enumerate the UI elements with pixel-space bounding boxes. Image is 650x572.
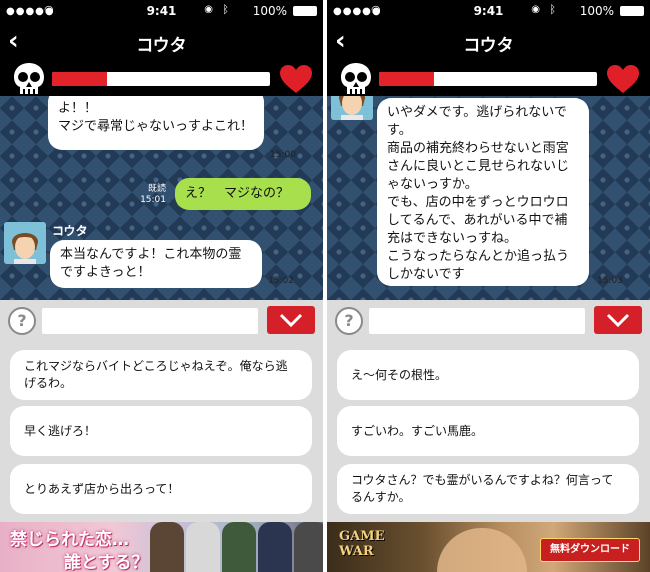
ad-banner[interactable]: GAME WAR 無料ダウンロード — [327, 522, 650, 572]
read-label: 既読 — [147, 184, 166, 194]
status-meter-bar — [327, 62, 650, 96]
message-bubble-outgoing: え？ マジなの？ — [175, 178, 311, 210]
nav-bar: ‹ コウタ — [327, 22, 650, 62]
avatar-face-icon — [331, 96, 373, 120]
message-text: よ！！ マジで尋常じゃないっすよこれ！ — [58, 101, 254, 134]
help-icon[interactable]: ? — [335, 307, 363, 335]
banner-figure — [437, 528, 527, 572]
read-receipt: 既読 15:01 — [136, 184, 166, 206]
reply-input-row: ? — [327, 300, 650, 342]
banner-headline: 禁じられた恋… — [10, 530, 129, 550]
message-time: 15:03 — [597, 276, 623, 286]
avatar[interactable] — [331, 96, 373, 120]
page-title: コウタ — [136, 36, 187, 56]
bluetooth-icon: ᛒ — [549, 3, 556, 16]
chat-area: よ！！ マジで尋常じゃないっすよこれ！ 15:00 既読 15:01 え？ マジ… — [0, 96, 323, 300]
reply-choices: これマジならバイトどころじゃねえぞ。俺なら逃げるわ。 早く逃げろ！ とりあえず店… — [0, 342, 323, 522]
reply-choice[interactable]: とりあえず店から出ろって！ — [10, 464, 312, 514]
battery-icon — [620, 6, 644, 16]
left-phone-screen: ●●●●● ◠ 9:41 ◉ ᛒ 100% ‹ コウタ よ！！ マジで尋常じゃな… — [0, 0, 323, 572]
message-bubble-incoming: いやダメです。逃げられないです。 商品の補充終わらせないと雨宮さんに良いとこ見せ… — [377, 98, 589, 286]
reply-input[interactable] — [369, 308, 585, 334]
battery-percent: 100% — [252, 4, 287, 18]
message-text: 本当なんですよ！これ本物の霊ですよきっと！ — [60, 247, 242, 280]
reply-choice[interactable]: 早く逃げろ！ — [10, 406, 312, 456]
fear-meter-fill — [52, 72, 107, 86]
message-text: え？ マジなの？ — [185, 186, 290, 201]
rotation-lock-icon: ◉ — [204, 4, 213, 15]
banner-logo: GAME WAR — [339, 529, 385, 559]
right-phone-screen: ●●●●● ◠ 9:41 ◉ ᛒ 100% ‹ コウタ いやダメです。逃げられな… — [327, 0, 650, 572]
chat-area: いやダメです。逃げられないです。 商品の補充終わらせないと雨宮さんに良いとこ見せ… — [327, 96, 650, 300]
avatar-face-icon — [4, 222, 46, 264]
help-icon[interactable]: ? — [8, 307, 36, 335]
reply-input[interactable] — [42, 308, 258, 334]
chevron-down-icon — [606, 313, 630, 328]
banner-subheadline: 誰とする？ — [64, 553, 149, 572]
heart-icon — [607, 65, 639, 93]
message-time: 15:01 — [140, 195, 166, 205]
banner-character — [294, 522, 323, 572]
banner-character — [186, 522, 220, 572]
bluetooth-icon: ᛒ — [222, 3, 229, 16]
fear-meter — [379, 72, 597, 86]
banner-character — [258, 522, 292, 572]
banner-logo-line: GAME — [339, 529, 385, 544]
sender-name: コウタ — [52, 224, 88, 238]
fear-meter-fill — [379, 72, 434, 86]
reply-choice[interactable]: これマジならバイトどころじゃねえぞ。俺なら逃げるわ。 — [10, 350, 312, 400]
reply-choices: え〜何その根性。 すごいわ。すごい馬鹿。 コウタさん？でも霊がいるんですよね？何… — [327, 342, 650, 522]
rotation-lock-icon: ◉ — [531, 4, 540, 15]
skull-icon — [14, 63, 44, 94]
message-time: 15:00 — [270, 150, 296, 160]
status-bar: ●●●●● ◠ 9:41 ◉ ᛒ 100% — [0, 0, 323, 22]
skull-icon — [341, 63, 371, 94]
battery-icon — [293, 6, 317, 16]
chevron-down-icon — [279, 313, 303, 328]
reply-choice[interactable]: コウタさん？でも霊がいるんですよね？何言ってるんすか。 — [337, 464, 639, 514]
message-text: いやダメです。逃げられないです。 商品の補充終わらせないと雨宮さんに良いとこ見せ… — [387, 105, 570, 282]
collapse-choices-button[interactable] — [267, 306, 315, 334]
heart-icon — [280, 65, 312, 93]
message-time: 15:02 — [268, 276, 294, 286]
screenshot-composite: ●●●●● ◠ 9:41 ◉ ᛒ 100% ‹ コウタ よ！！ マジで尋常じゃな… — [0, 0, 650, 572]
fear-meter — [52, 72, 270, 86]
ad-banner[interactable]: 禁じられた恋… 誰とする？ — [0, 522, 323, 572]
banner-logo-line: WAR — [339, 544, 374, 559]
avatar[interactable] — [4, 222, 46, 264]
banner-character — [222, 522, 256, 572]
message-bubble-incoming: 本当なんですよ！これ本物の霊ですよきっと！ — [50, 240, 262, 288]
reply-input-row: ? — [0, 300, 323, 342]
reply-choice[interactable]: すごいわ。すごい馬鹿。 — [337, 406, 639, 456]
free-download-button[interactable]: 無料ダウンロード — [540, 538, 640, 562]
page-title: コウタ — [463, 36, 514, 56]
reply-choice[interactable]: え〜何その根性。 — [337, 350, 639, 400]
nav-bar: ‹ コウタ — [0, 22, 323, 62]
banner-character — [150, 522, 184, 572]
message-bubble-incoming: よ！！ マジで尋常じゃないっすよこれ！ — [48, 96, 264, 150]
battery-percent: 100% — [579, 4, 614, 18]
collapse-choices-button[interactable] — [594, 306, 642, 334]
status-bar: ●●●●● ◠ 9:41 ◉ ᛒ 100% — [327, 0, 650, 22]
status-meter-bar — [0, 62, 323, 96]
